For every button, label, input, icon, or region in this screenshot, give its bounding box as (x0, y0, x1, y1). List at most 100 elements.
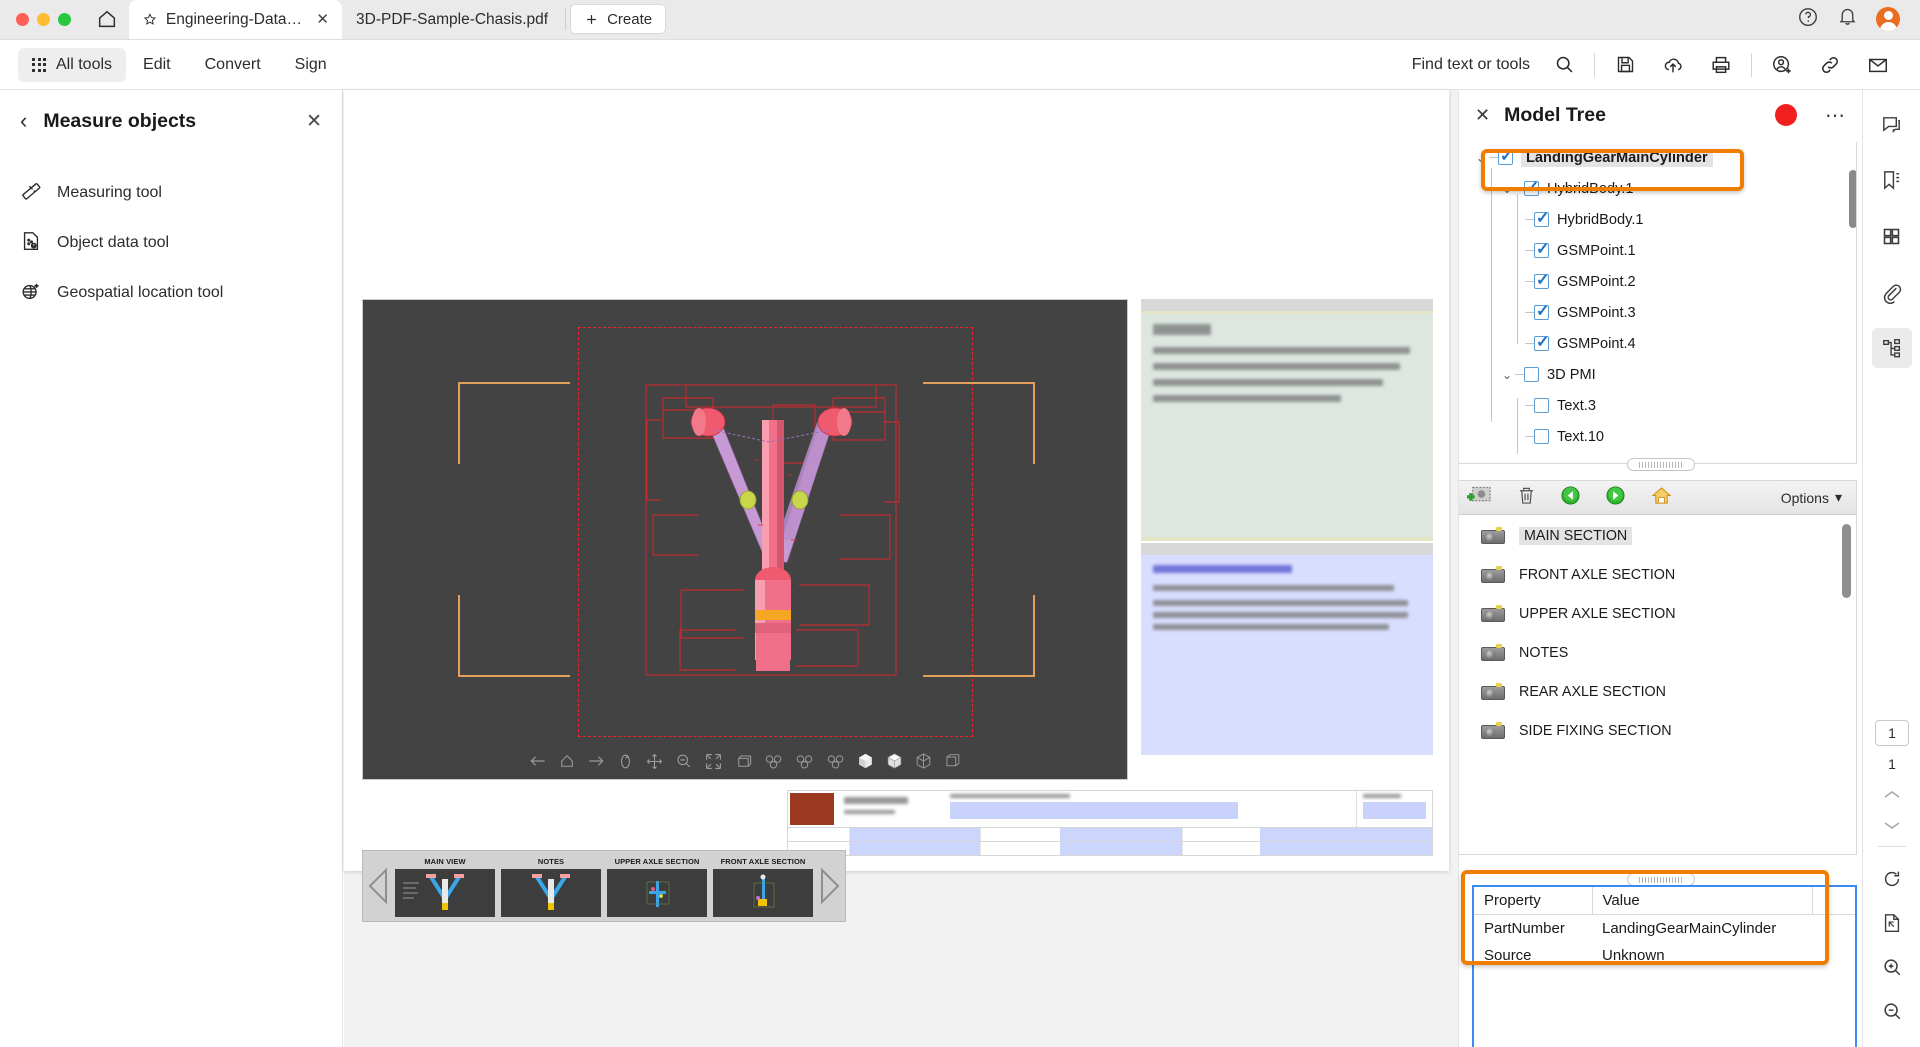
view-row-main-section[interactable]: MAIN SECTION (1459, 516, 1856, 555)
previous-view-icon[interactable] (1561, 485, 1580, 510)
bell-icon[interactable] (1837, 6, 1858, 32)
view-row-front-axle-section[interactable]: FRONT AXLE SECTION (1459, 555, 1856, 594)
tree-node-gsmpoint-2[interactable]: GSMPoint.2 (1459, 266, 1863, 297)
delete-view-icon[interactable] (1518, 486, 1535, 510)
pdf-page[interactable]: MAIN VIEW NOTES UPPER AXLE SECTION FRONT… (344, 90, 1449, 922)
menu-item-convert[interactable]: Convert (188, 48, 278, 82)
table-row[interactable]: PartNumber LandingGearMainCylinder (1474, 915, 1855, 943)
close-icon[interactable]: ✕ (1475, 105, 1490, 126)
upload-cloud-icon[interactable] (1649, 45, 1697, 85)
tree-checkbox[interactable] (1534, 398, 1549, 413)
email-icon[interactable] (1854, 45, 1902, 85)
comment-icon[interactable] (1872, 104, 1912, 144)
tree-node-gsmpoint-4[interactable]: GSMPoint.4 (1459, 328, 1863, 359)
tree-checkbox[interactable] (1534, 332, 1549, 352)
more-horizontal-icon[interactable]: ⋯ (1825, 103, 1846, 128)
minimize-window-button[interactable] (37, 12, 50, 26)
maximize-window-button[interactable] (58, 12, 71, 26)
link-icon[interactable] (1806, 45, 1854, 85)
tree-node-text-10[interactable]: Text.10 (1459, 421, 1863, 452)
model-tree-scrollbar[interactable] (1849, 170, 1857, 228)
prev-triangle-icon[interactable] (363, 867, 395, 905)
tree-checkbox[interactable] (1534, 208, 1549, 228)
chevron-down-icon[interactable] (1872, 810, 1912, 840)
carousel-thumbnail[interactable] (395, 869, 495, 917)
add-view-icon[interactable] (1467, 485, 1492, 510)
chevron-up-icon[interactable] (1872, 780, 1912, 810)
carousel-view-front-axle-section[interactable]: FRONT AXLE SECTION (713, 857, 813, 917)
attachment-icon[interactable] (1872, 272, 1912, 312)
panel-splitter-top[interactable] (1626, 458, 1695, 471)
sidebar-item-measuring-tool[interactable]: Measuring tool (0, 168, 342, 218)
close-icon[interactable]: ✕ (306, 110, 322, 133)
chevron-down-icon[interactable]: ⌄ (1499, 182, 1515, 196)
views-toolbar[interactable]: Options ▾ (1459, 481, 1856, 515)
tab-3d-pdf-sample[interactable]: 3D-PDF-Sample-Chasis.pdf (342, 0, 561, 39)
tree-node-hybridbody-root[interactable]: ⌄ HybridBody.1 (1459, 173, 1863, 204)
menu-item-sign[interactable]: Sign (278, 48, 344, 82)
tab-engineering-data[interactable]: Engineering-Data-Rele... ✕ (129, 0, 342, 39)
view-row-notes[interactable]: NOTES (1459, 633, 1856, 672)
save-icon[interactable] (1601, 45, 1649, 85)
options-dropdown[interactable]: Options ▾ (1781, 489, 1848, 506)
tree-node-gsmpoint-1[interactable]: GSMPoint.1 (1459, 235, 1863, 266)
zoom-out-icon[interactable] (1872, 989, 1912, 1033)
next-view-icon[interactable] (1606, 485, 1625, 510)
carousel-view-upper-axle-section[interactable]: UPPER AXLE SECTION (607, 857, 707, 917)
close-window-button[interactable] (16, 12, 29, 26)
rotate-page-icon[interactable] (1872, 857, 1912, 901)
object-properties-panel[interactable]: Property Value PartNumber LandingGearMai… (1472, 885, 1857, 1047)
tree-node-hybridbody-1[interactable]: HybridBody.1 (1459, 204, 1863, 235)
add-person-icon[interactable] (1758, 45, 1806, 85)
chevron-down-icon[interactable]: ⌄ (1499, 368, 1515, 382)
help-circle-icon[interactable] (1797, 6, 1819, 33)
sidebar-item-geospatial-location-tool[interactable]: Geospatial location tool (0, 268, 342, 318)
views-scrollbar[interactable] (1842, 524, 1851, 598)
tree-checkbox[interactable] (1534, 270, 1549, 290)
carousel-thumbnail[interactable] (607, 869, 707, 917)
tree-checkbox[interactable] (1498, 146, 1513, 166)
3d-model-viewport[interactable] (362, 299, 1128, 780)
tree-checkbox[interactable] (1534, 301, 1549, 321)
tree-node-gsmpoint-3[interactable]: GSMPoint.3 (1459, 297, 1863, 328)
tree-node-3d-pmi[interactable]: ⌄ 3D PMI (1459, 359, 1863, 390)
view-row-upper-axle-section[interactable]: UPPER AXLE SECTION (1459, 594, 1856, 633)
bookmark-icon[interactable] (1872, 160, 1912, 200)
record-indicator[interactable] (1775, 104, 1797, 126)
view-row-side-fixing-section[interactable]: SIDE FIXING SECTION (1459, 711, 1856, 750)
tree-node-text-3[interactable]: Text.3 (1459, 390, 1863, 421)
view-row-rear-axle-section[interactable]: REAR AXLE SECTION (1459, 672, 1856, 711)
all-tools-button[interactable]: All tools (18, 47, 127, 82)
print-icon[interactable] (1697, 45, 1745, 85)
next-triangle-icon[interactable] (813, 867, 845, 905)
chevron-left-icon[interactable]: ‹ (20, 110, 27, 132)
carousel-thumbnail[interactable] (501, 869, 601, 917)
model-tree-icon[interactable] (1871, 328, 1912, 368)
view-carousel[interactable]: MAIN VIEW NOTES UPPER AXLE SECTION FRONT… (362, 850, 846, 922)
thumbnails-icon[interactable] (1872, 216, 1912, 256)
search-icon[interactable] (1540, 45, 1588, 85)
menu-item-edit[interactable]: Edit (126, 48, 188, 82)
carousel-thumbnail[interactable] (713, 869, 813, 917)
tab-close-icon[interactable]: ✕ (314, 12, 329, 27)
tree-node-landinggearmaincylinder[interactable]: ⌄ LandingGearMainCylinder (1459, 142, 1863, 173)
tree-checkbox[interactable] (1524, 177, 1539, 197)
model-tree[interactable]: ⌄ LandingGearMainCylinder ⌄ HybridBody.1… (1459, 142, 1863, 464)
avatar[interactable] (1876, 7, 1900, 31)
views-list[interactable]: MAIN SECTION FRONT AXLE SECTION UPPER AX… (1459, 516, 1856, 854)
tree-checkbox[interactable] (1534, 239, 1549, 259)
page-number-input[interactable]: 1 (1875, 720, 1909, 746)
3d-viewer-toolbar[interactable] (363, 751, 1127, 771)
chevron-down-icon[interactable]: ⌄ (1473, 151, 1489, 165)
document-area[interactable]: MAIN VIEW NOTES UPPER AXLE SECTION FRONT… (344, 90, 1472, 1047)
carousel-view-notes[interactable]: NOTES (501, 857, 601, 917)
create-button[interactable]: Create (570, 4, 667, 34)
sidebar-item-object-data-tool[interactable]: Object data tool (0, 218, 342, 268)
table-row[interactable]: Source Unknown (1474, 942, 1855, 969)
fit-page-icon[interactable] (1872, 901, 1912, 945)
home-icon[interactable] (85, 0, 129, 39)
zoom-in-icon[interactable] (1872, 945, 1912, 989)
carousel-view-main-view[interactable]: MAIN VIEW (395, 857, 495, 917)
tree-checkbox[interactable] (1524, 367, 1539, 382)
default-view-icon[interactable] (1651, 486, 1672, 510)
